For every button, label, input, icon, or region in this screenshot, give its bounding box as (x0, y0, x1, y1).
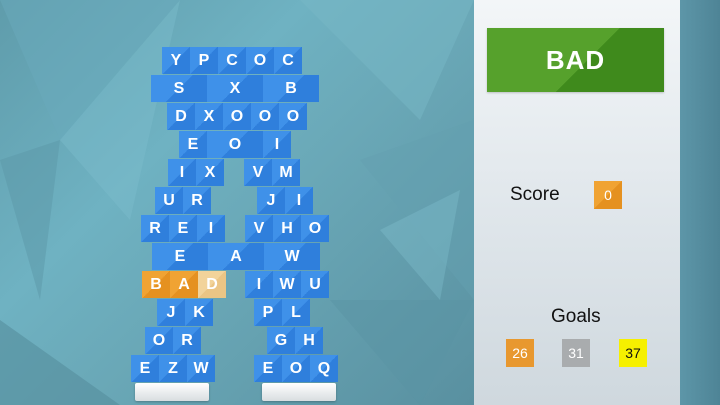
letter-tile[interactable]: I (197, 215, 225, 242)
letter-tile[interactable]: O (282, 355, 310, 382)
letter-tile[interactable]: U (155, 187, 183, 214)
letter-tile[interactable]: O (223, 103, 251, 130)
letter-tile[interactable]: O (279, 103, 307, 130)
letter-tile[interactable]: H (295, 327, 323, 354)
letter-tile[interactable]: R (141, 215, 169, 242)
current-word-button[interactable]: BAD (487, 28, 664, 92)
letter-tile[interactable]: X (207, 75, 263, 102)
letter-tile[interactable]: E (152, 243, 208, 270)
letter-tile[interactable]: K (185, 299, 213, 326)
letter-tile[interactable]: A (208, 243, 264, 270)
letter-tile[interactable]: E (179, 131, 207, 158)
letter-tile[interactable]: Z (159, 355, 187, 382)
letter-tile[interactable]: I (245, 271, 273, 298)
letter-tile[interactable]: O (246, 47, 274, 74)
letter-tile[interactable]: O (207, 131, 263, 158)
letter-tile[interactable]: D (167, 103, 195, 130)
letter-tile[interactable]: L (282, 299, 310, 326)
goal-badge: 26 (506, 339, 534, 367)
selected-letter-tile[interactable]: B (142, 271, 170, 298)
selected-letter-tile[interactable]: A (170, 271, 198, 298)
letter-tile[interactable]: W (187, 355, 215, 382)
letter-tile[interactable]: X (195, 103, 223, 130)
letter-tile[interactable]: I (168, 159, 196, 186)
letter-tile[interactable]: O (145, 327, 173, 354)
letter-tile[interactable]: U (301, 271, 329, 298)
score-value: 0 (594, 181, 622, 209)
right-edge-background (680, 0, 720, 405)
letter-tile[interactable]: C (274, 47, 302, 74)
letter-tile[interactable]: E (169, 215, 197, 242)
letter-tile[interactable]: P (190, 47, 218, 74)
letter-tile[interactable]: V (245, 215, 273, 242)
tower-base-right (262, 383, 336, 401)
goal-badge: 31 (562, 339, 590, 367)
letter-tile[interactable]: G (267, 327, 295, 354)
letter-tile[interactable]: I (263, 131, 291, 158)
letter-tile[interactable]: O (301, 215, 329, 242)
selected-letter-tile[interactable]: D (198, 271, 226, 298)
score-label: Score (510, 184, 560, 205)
letter-tile[interactable]: J (257, 187, 285, 214)
tower-base-left (135, 383, 209, 401)
goals-label: Goals (551, 306, 601, 327)
letter-tile[interactable]: W (264, 243, 320, 270)
letter-tile[interactable]: V (244, 159, 272, 186)
game-board: Y P C O C S X B D X O O O E O I I X V M … (0, 0, 474, 405)
letter-tile[interactable]: E (254, 355, 282, 382)
letter-tile[interactable]: C (218, 47, 246, 74)
letter-tile[interactable]: Q (310, 355, 338, 382)
letter-tile[interactable]: B (263, 75, 319, 102)
letter-tile[interactable]: O (251, 103, 279, 130)
letter-tile[interactable]: X (196, 159, 224, 186)
letter-tile[interactable]: W (273, 271, 301, 298)
letter-tile[interactable]: E (131, 355, 159, 382)
letter-tile[interactable]: M (272, 159, 300, 186)
letter-tile[interactable]: J (157, 299, 185, 326)
letter-tile[interactable]: H (273, 215, 301, 242)
letter-tile[interactable]: R (173, 327, 201, 354)
letter-tile[interactable]: P (254, 299, 282, 326)
letter-tile[interactable]: S (151, 75, 207, 102)
goal-badge: 37 (619, 339, 647, 367)
letter-tile[interactable]: I (285, 187, 313, 214)
letter-tile[interactable]: Y (162, 47, 190, 74)
letter-tile[interactable]: R (183, 187, 211, 214)
